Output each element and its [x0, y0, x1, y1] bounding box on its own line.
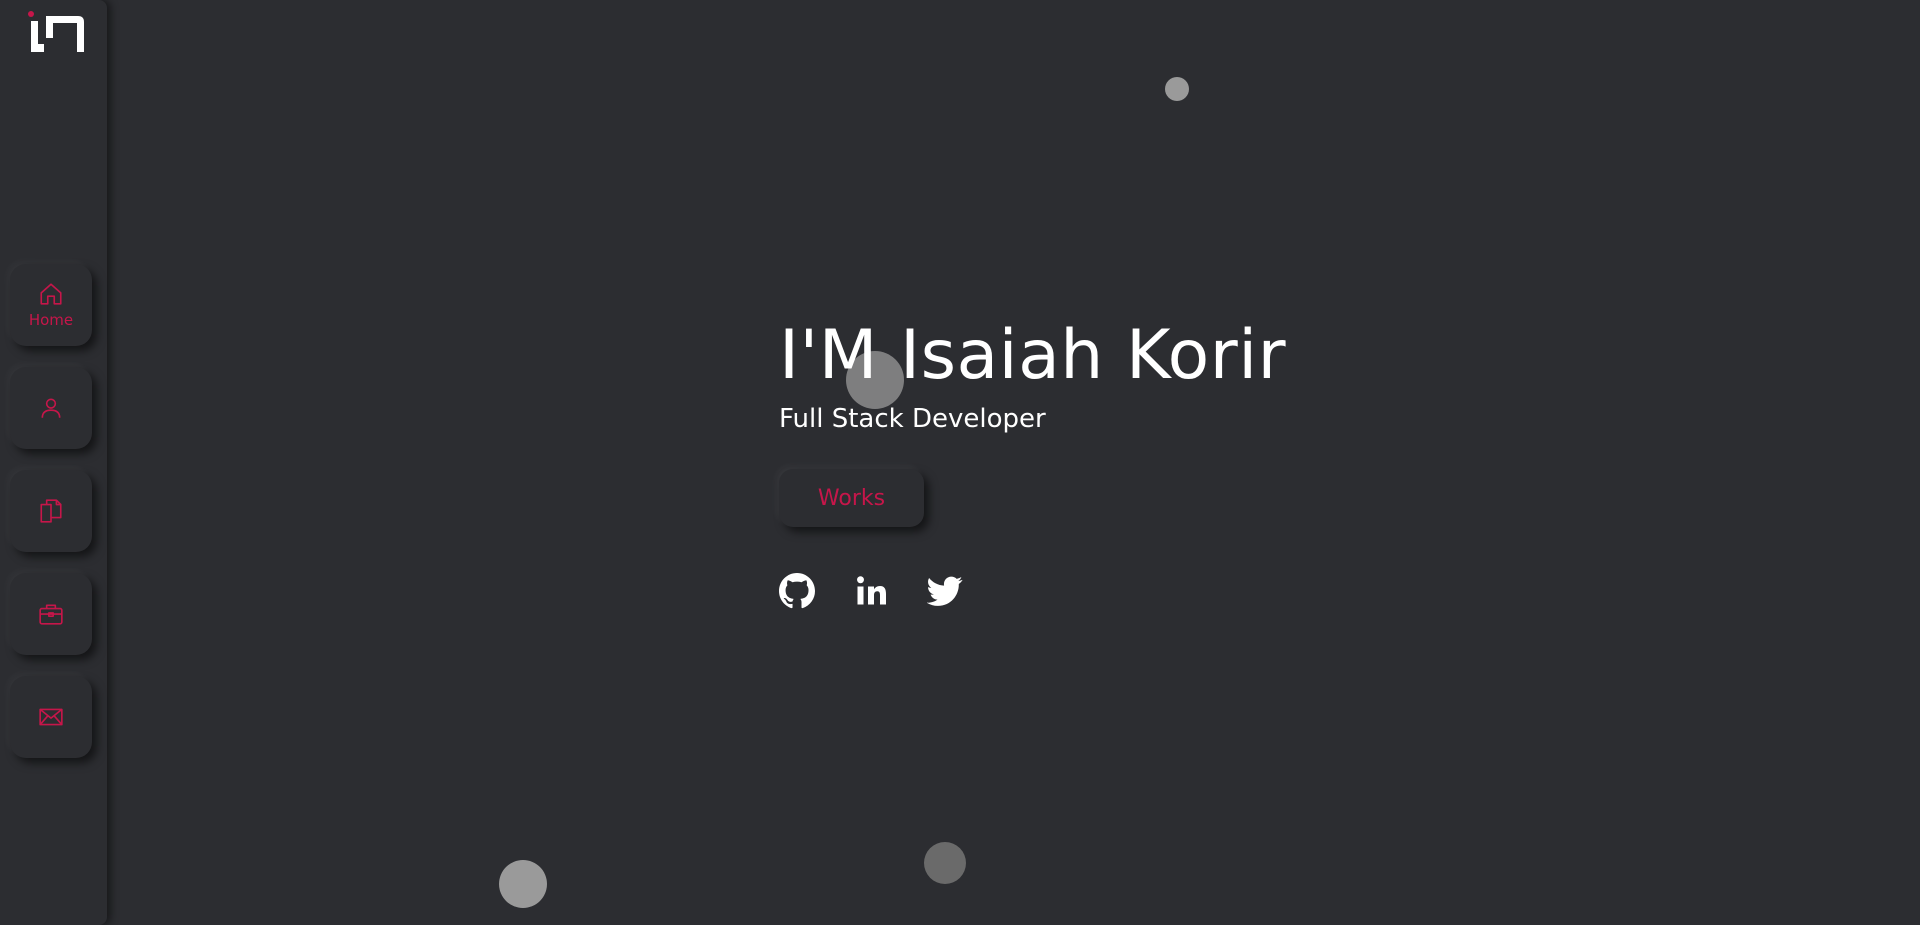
sidebar: Home [0, 0, 107, 925]
twitter-link[interactable] [926, 573, 963, 609]
twitter-icon [926, 576, 963, 606]
nav-item-home[interactable]: Home [10, 264, 92, 346]
nav-item-resume[interactable] [10, 470, 92, 552]
brand-logo-icon[interactable] [20, 8, 86, 58]
sidebar-nav: Home [10, 264, 92, 758]
nav-item-contact[interactable] [10, 676, 92, 758]
github-icon [779, 573, 815, 609]
decorative-bubble [924, 842, 966, 884]
nav-item-label: Home [28, 311, 74, 329]
nav-item-portfolio[interactable] [10, 573, 92, 655]
decorative-bubble [499, 860, 547, 908]
decorative-bubble [1165, 77, 1189, 101]
hero-title: I'M Isaiah Korir [779, 316, 1287, 395]
linkedin-link[interactable] [853, 573, 889, 609]
github-link[interactable] [779, 573, 815, 609]
hero-section: I'M Isaiah Korir Full Stack Developer Wo… [779, 318, 1286, 609]
social-links [779, 573, 1286, 609]
hero-subtitle: Full Stack Developer [779, 404, 1046, 434]
works-button[interactable]: Works [779, 469, 924, 527]
mail-icon [39, 708, 63, 726]
briefcase-icon [39, 604, 63, 625]
home-icon [40, 283, 62, 305]
nav-item-about[interactable] [10, 367, 92, 449]
user-icon [41, 398, 61, 418]
linkedin-icon [857, 576, 886, 605]
document-icon [40, 499, 62, 523]
